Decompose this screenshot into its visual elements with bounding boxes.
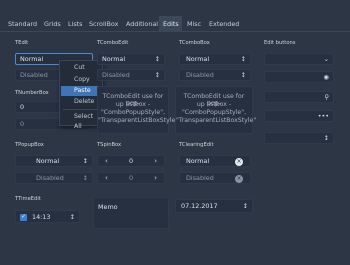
- tcomboedit-note-line-4: "TransparentListBoxStyle": [98, 117, 179, 124]
- chevron-down-icon[interactable]: ⌄: [324, 54, 329, 65]
- edit-buttons-field-3[interactable]: ⚲: [264, 91, 334, 103]
- tpopupbox-disabled-text: Disabled: [36, 174, 64, 182]
- tpopupbox-normal[interactable]: Normal ↕: [15, 155, 93, 167]
- tcombobox-normal-text: Normal: [186, 55, 210, 63]
- updown-icon[interactable]: ↕: [324, 133, 329, 144]
- memo-box[interactable]: Memo: [93, 197, 169, 229]
- tedit-disabled-text: Disabled: [20, 71, 48, 79]
- edit-buttons-field-4[interactable]: •••: [264, 110, 334, 122]
- tab-misc[interactable]: Misc: [183, 16, 205, 32]
- tspinbox-label: TSpinBox: [97, 142, 122, 148]
- updown-icon: ↕: [240, 71, 246, 79]
- tab-extended[interactable]: Extended: [205, 16, 243, 32]
- tnumberbox-value-2: 0: [20, 120, 25, 128]
- tedit-normal-text: Normal: [20, 55, 44, 63]
- tpopupbox-normal-text: Normal: [36, 157, 60, 165]
- chevron-left-icon[interactable]: ‹: [105, 173, 108, 184]
- tdateedit-input[interactable]: 07.12.2017 ↕: [175, 199, 253, 213]
- search-icon[interactable]: ⚲: [324, 92, 329, 103]
- menu-item-delete[interactable]: Delete: [61, 97, 101, 107]
- chevron-left-icon[interactable]: ‹: [105, 156, 108, 167]
- menu-item-cut[interactable]: Cut: [61, 63, 101, 73]
- tspinbox-input-2[interactable]: ‹ 0 ›: [97, 172, 165, 184]
- ttimeedit-value: 14:13: [32, 213, 51, 221]
- menu-item-paste[interactable]: Paste: [61, 86, 101, 96]
- updown-icon: ↕: [154, 71, 160, 79]
- edit-buttons-field-1[interactable]: ⌄: [264, 53, 334, 65]
- tcombobox-note-line-3: "ComboPopupStyle",: [181, 109, 247, 116]
- chevron-right-icon[interactable]: ›: [154, 156, 157, 167]
- tpopupbox-label: TPopupBox: [15, 142, 44, 148]
- tab-scrollbox[interactable]: ScrollBox: [85, 16, 122, 32]
- updown-icon: ↕: [82, 174, 88, 182]
- tcomboedit-note-line-2: up listbox -: [115, 101, 151, 108]
- tcombobox-label: TComboBox: [179, 40, 210, 46]
- chevron-right-icon[interactable]: ›: [154, 173, 157, 184]
- tedit-label: TEdit: [15, 40, 29, 46]
- clear-icon[interactable]: ×: [235, 157, 243, 166]
- tab-standard[interactable]: Standard: [4, 16, 41, 32]
- updown-icon[interactable]: ↕: [155, 54, 160, 65]
- tspinbox-value-2: 0: [128, 174, 134, 182]
- updown-icon[interactable]: ↕: [70, 211, 75, 223]
- eye-icon[interactable]: ◉: [323, 72, 329, 83]
- updown-icon: ↕: [82, 157, 88, 165]
- tab-additional[interactable]: Additional: [122, 16, 162, 32]
- tclearingedit-disabled: Disabled ×: [179, 172, 251, 184]
- updown-icon[interactable]: ↕: [241, 54, 246, 65]
- checkbox-checked-icon[interactable]: ✓: [20, 213, 27, 221]
- updown-icon[interactable]: ↕: [243, 200, 248, 213]
- edit-buttons-label: Edit buttons: [264, 40, 296, 46]
- tpopupbox-disabled: Disabled ↕: [15, 172, 93, 184]
- memo-text: Memo: [98, 203, 118, 211]
- tcomboedit-label: TComboEdit: [97, 40, 129, 46]
- menu-item-select-all[interactable]: Select All: [61, 112, 101, 130]
- ellipsis-icon[interactable]: •••: [318, 111, 329, 122]
- tdateedit-value: 07.12.2017: [181, 202, 218, 210]
- edit-buttons-field-5[interactable]: ↕: [264, 132, 334, 144]
- tspinbox-value-1: 0: [128, 157, 134, 165]
- tcombobox-note-line-4: "TransparentListBoxStyle": [176, 117, 257, 124]
- tcombobox-note-line-2: up listbox -: [196, 101, 232, 108]
- tcomboedit-normal[interactable]: Normal ↕: [97, 53, 165, 65]
- tab-lists[interactable]: Lists: [64, 16, 87, 32]
- menu-item-copy[interactable]: Copy: [61, 75, 101, 85]
- tab-edits[interactable]: Edits: [159, 16, 182, 32]
- ttimeedit-label: TTimeEdit: [15, 196, 41, 202]
- edit-buttons-field-2[interactable]: ◉: [264, 71, 334, 83]
- tcomboedit-note-line-3: "ComboPopupStyle",: [100, 109, 166, 116]
- tcombobox-note-panel: TComboEdit use for pop- up listbox - "Co…: [175, 86, 257, 134]
- tcombobox-disabled: Disabled ↕: [179, 69, 251, 81]
- tclearingedit-label: TClearingEdit: [179, 142, 214, 148]
- tclearingedit-normal-text: Normal: [186, 157, 210, 165]
- tcomboedit-note-panel: TComboEdit use for pop- up listbox - "Co…: [97, 86, 179, 134]
- tnumberbox-value-1: 0: [20, 103, 25, 111]
- tspinbox-input-1[interactable]: ‹ 0 ›: [97, 155, 165, 167]
- tab-grids[interactable]: Grids: [40, 16, 65, 32]
- ttimeedit-input[interactable]: ✓ 14:13 ↕: [15, 210, 80, 223]
- tcombobox-disabled-text: Disabled: [186, 71, 214, 79]
- tclearingedit-normal[interactable]: Normal ×: [179, 155, 251, 167]
- tcombobox-normal[interactable]: Normal ↕: [179, 53, 251, 65]
- tnumberbox-label: TNumberBox: [15, 90, 49, 96]
- tcomboedit-disabled: Disabled ↕: [97, 69, 165, 81]
- tclearingedit-disabled-text: Disabled: [186, 174, 214, 182]
- tcomboedit-disabled-text: Disabled: [102, 71, 130, 79]
- tab-bar: Standard Grids Lists ScrollBox Additiona…: [0, 16, 350, 32]
- clear-icon: ×: [235, 174, 243, 183]
- tcomboedit-normal-text: Normal: [102, 55, 126, 63]
- tab-divider: [0, 31, 350, 32]
- menu-separator: [63, 109, 99, 110]
